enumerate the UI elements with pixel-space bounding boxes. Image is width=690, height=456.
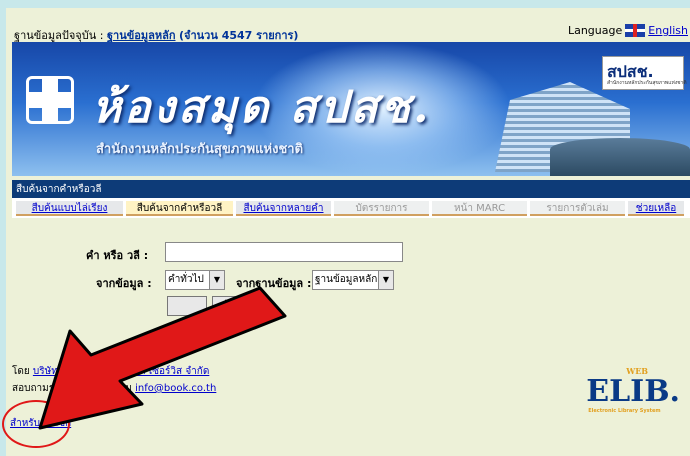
footer-contact-prefix: สอบถามรายละเอียดเพิ่มเติม <box>12 383 136 394</box>
tab-items: รายการตัวเล่ม <box>530 200 625 216</box>
elib-logo-text: ELIB. <box>586 374 680 409</box>
language-label: Language <box>567 24 623 37</box>
tab-multi-word[interactable]: สืบค้นจากหลายคำ <box>236 200 331 216</box>
nhso-logo-subtext: สำนักงานหลักประกันสุขภาพแห่งชาติ <box>607 80 687 86</box>
email-link[interactable]: info@book.co.th <box>135 383 216 394</box>
nav-section-title: สืบค้นจากคำหรือวลี <box>16 184 102 195</box>
phrase-label: คำ หรือ วลี : <box>86 249 149 262</box>
elib-logo: WEB ELIB. Electronic Library System <box>586 366 680 414</box>
english-link[interactable]: English <box>648 24 688 37</box>
current-db-link[interactable]: ฐานข้อมูลหลัก <box>107 29 176 42</box>
library-banner: ห้องสมุด สปสช. สำนักงานหลักประกันสุขภาพแ… <box>12 42 690 176</box>
elib-tagline: Electronic Library System <box>588 408 661 414</box>
elib-web-text: WEB <box>626 366 649 376</box>
search-tabs: สืบค้นแบบไล่เรียง สืบค้นจากคำหรือวลี สืบ… <box>12 198 690 218</box>
current-db-prefix: ฐานข้อมูลปัจจุบัน : <box>14 29 107 42</box>
search-button[interactable] <box>167 296 207 316</box>
footer: โดย บริษัท บุ๊คโปรโมชั่น แอนด์ เซอร์วิส … <box>12 364 216 396</box>
chevron-down-icon[interactable]: ▼ <box>209 271 224 289</box>
banner-title: ห้องสมุด สปสช. <box>92 82 432 133</box>
from-field-select[interactable]: คำทั่วไป ▼ <box>165 270 225 290</box>
medical-cross-icon <box>26 76 74 124</box>
from-db-label: จากฐานข้อมูล : <box>236 277 312 290</box>
nhso-logo: สปสช. สำนักงานหลักประกันสุขภาพแห่งชาติ <box>602 56 687 90</box>
search-nav-bar: สืบค้นจากคำหรือวลี สืบค้นแบบไล่เรียง สืบ… <box>12 180 690 218</box>
tab-marc: หน้า MARC <box>432 200 527 216</box>
banner-subtitle: สำนักงานหลักประกันสุขภาพแห่งชาติ <box>96 142 304 157</box>
from-db-value: ฐานข้อมูลหลัก <box>315 274 378 285</box>
from-field-label: จากข้อมูล : <box>96 277 152 290</box>
highlight-circle <box>2 400 70 448</box>
tab-phrase-search[interactable]: สืบค้นจากคำหรือวลี <box>126 200 233 216</box>
footer-by-prefix: โดย <box>12 366 33 377</box>
phrase-input[interactable] <box>165 242 403 262</box>
from-db-select[interactable]: ฐานข้อมูลหลัก ▼ <box>312 270 394 290</box>
uk-flag-icon[interactable] <box>625 24 646 37</box>
footer-by-line: โดย บริษัท บุ๊คโปรโมชั่น แอนด์ เซอร์วิส … <box>12 364 216 379</box>
footer-contact-line: สอบถามรายละเอียดเพิ่มเติม info@book.co.t… <box>12 381 216 396</box>
chevron-down-icon[interactable]: ▼ <box>378 271 393 289</box>
tab-help[interactable]: ช่วยเหลือ <box>628 200 684 216</box>
record-count: (จำนวน 4547 รายการ) <box>179 29 299 42</box>
clear-button[interactable]: ล้างช่อง <box>212 296 268 316</box>
language-switcher: Language English <box>568 24 688 37</box>
from-field-value: คำทั่วไป <box>168 274 204 285</box>
company-link[interactable]: บริษัท บุ๊คโปรโมชั่น แอนด์ เซอร์วิส จำกั… <box>33 366 209 377</box>
tab-catalog-card: บัตรรายการ <box>334 200 429 216</box>
tab-browse[interactable]: สืบค้นแบบไล่เรียง <box>16 200 123 216</box>
dome-building-image <box>550 138 690 176</box>
